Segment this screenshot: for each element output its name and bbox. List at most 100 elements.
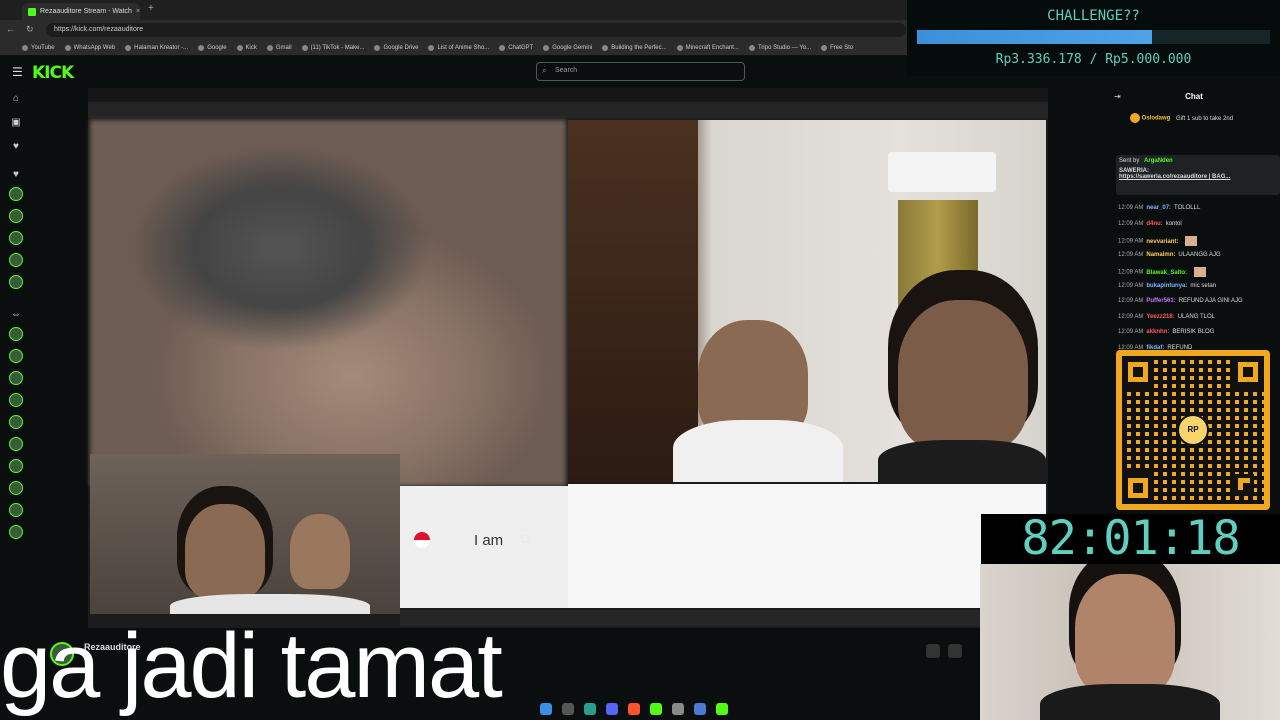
bookmark-item[interactable]: Kick bbox=[236, 44, 257, 51]
person-head bbox=[185, 504, 265, 599]
bookmark-item[interactable]: YouTube bbox=[22, 44, 55, 51]
discord-icon[interactable] bbox=[606, 703, 618, 715]
avatar[interactable] bbox=[9, 187, 23, 201]
qr-finder bbox=[1232, 356, 1264, 388]
following-icon[interactable]: ♥ bbox=[10, 141, 22, 153]
search-icon: ⌕ bbox=[542, 66, 547, 75]
app-icon[interactable] bbox=[694, 703, 706, 715]
brave-icon[interactable] bbox=[628, 703, 640, 715]
avatar[interactable] bbox=[9, 253, 23, 267]
message-time: 12:09 AM bbox=[1118, 282, 1144, 289]
qr-finder bbox=[1122, 472, 1154, 504]
address-bar[interactable]: https://kick.com/rezaauditore bbox=[46, 23, 906, 37]
notification-bell-icon[interactable] bbox=[926, 644, 940, 658]
kick-logo[interactable]: KICK bbox=[32, 63, 74, 83]
bookmark-item[interactable]: Google Gemini bbox=[543, 44, 593, 51]
qr-pattern: RP bbox=[1122, 356, 1264, 504]
new-tab-icon[interactable]: + bbox=[148, 3, 154, 14]
avatar[interactable] bbox=[9, 481, 23, 495]
back-icon[interactable]: ← bbox=[6, 24, 15, 34]
play-icon[interactable] bbox=[650, 703, 662, 715]
bookmark-item[interactable]: Halaman Kreator -... bbox=[125, 44, 188, 51]
bookmark-item[interactable]: Tripo Studio — Yo... bbox=[748, 44, 811, 51]
bookmark-item[interactable]: ChatGPT bbox=[499, 44, 534, 51]
bookmark-label: Google Gemini bbox=[552, 44, 593, 51]
avatar[interactable] bbox=[9, 437, 23, 451]
message-username[interactable]: d4nu: bbox=[1146, 221, 1162, 227]
message-username[interactable]: nevvariant: bbox=[1146, 239, 1178, 245]
sender-name: ArgaNden bbox=[1144, 158, 1173, 164]
search-icon[interactable] bbox=[562, 703, 574, 715]
pinned-message[interactable]: Sent by ArgaNden SAWERIA: https://saweri… bbox=[1116, 155, 1280, 195]
bookmark-item[interactable]: Free Sto bbox=[821, 44, 854, 51]
message-text: ULANG TLOL bbox=[1177, 313, 1215, 320]
browse-icon[interactable]: ▣ bbox=[10, 117, 22, 129]
avatar[interactable] bbox=[9, 209, 23, 223]
bookmark-item[interactable]: WhatsApp Web bbox=[64, 44, 116, 51]
bookmark-label: Free Sto bbox=[830, 44, 854, 51]
bookmark-item[interactable]: List of Anime Sho... bbox=[428, 44, 489, 51]
chat-message: 12:09 AM nevvariant: bbox=[1118, 236, 1198, 246]
message-username[interactable]: Blawak_Salto: bbox=[1146, 270, 1187, 276]
bookmark-item[interactable]: Building the Perfec... bbox=[602, 44, 667, 51]
bookmark-label: ChatGPT bbox=[508, 44, 534, 51]
saweria-link[interactable]: https://saweria.co/rezaauditore | BAG... bbox=[1119, 174, 1277, 180]
person-head bbox=[290, 514, 350, 589]
avatar[interactable] bbox=[9, 371, 23, 385]
edge-icon[interactable] bbox=[584, 703, 596, 715]
challenge-progress-fill bbox=[917, 30, 1153, 44]
browser-tab[interactable]: Rezaauditore Stream - Watch × bbox=[22, 3, 140, 20]
avatar[interactable] bbox=[9, 231, 23, 245]
avatar[interactable] bbox=[9, 415, 23, 429]
kick-app-icon[interactable] bbox=[716, 703, 728, 715]
stream-video[interactable]: I am ☺ bbox=[88, 88, 1048, 628]
bookmark-favicon-icon bbox=[64, 44, 71, 51]
chat-panel: ⇥ Chat Oslodawg Gift 1 sub to take 2nd S… bbox=[1108, 87, 1280, 387]
menu-icon[interactable]: ☰ bbox=[12, 65, 23, 79]
bookmark-favicon-icon bbox=[266, 44, 273, 51]
message-time: 12:09 AM bbox=[1118, 205, 1144, 211]
bookmark-favicon-icon bbox=[821, 44, 828, 51]
message-username[interactable]: Namaimn: bbox=[1146, 252, 1175, 258]
chat-message: 12:09 AM Yeezz218: ULANG TLOL bbox=[1118, 314, 1215, 320]
bookmark-favicon-icon bbox=[374, 44, 381, 51]
avatar[interactable] bbox=[9, 525, 23, 539]
close-tab-icon[interactable]: × bbox=[136, 8, 140, 15]
avatar[interactable] bbox=[9, 327, 23, 341]
message-time: 12:09 AM bbox=[1118, 251, 1144, 258]
bookmark-item[interactable]: Google Drive bbox=[374, 44, 418, 51]
bookmark-item[interactable]: Google bbox=[198, 44, 227, 51]
message-username[interactable]: near_07: bbox=[1146, 205, 1171, 211]
pinned-gift-banner[interactable]: Oslodawg Gift 1 sub to take 2nd bbox=[1130, 113, 1280, 135]
bookmark-item[interactable]: Gmail bbox=[266, 44, 292, 51]
avatar[interactable] bbox=[9, 275, 23, 289]
message-time: 12:09 AM bbox=[1118, 313, 1144, 320]
settings-icon[interactable] bbox=[672, 703, 684, 715]
bookmark-favicon-icon bbox=[198, 44, 205, 51]
tab-title: Rezaauditore Stream - Watch bbox=[40, 8, 132, 15]
home-icon[interactable]: ⌂ bbox=[10, 93, 22, 105]
message-username[interactable]: bukapintunya: bbox=[1146, 283, 1187, 289]
bookmark-item[interactable]: Minecraft Enchant... bbox=[676, 44, 739, 51]
person-head bbox=[898, 300, 1028, 450]
person-shirt bbox=[673, 420, 843, 482]
bookmark-label: Building the Perfec... bbox=[611, 44, 667, 51]
avatar[interactable] bbox=[9, 349, 23, 363]
favorites-icon[interactable]: ♥ bbox=[10, 169, 22, 181]
avatar[interactable] bbox=[9, 393, 23, 407]
reload-icon[interactable]: ↻ bbox=[26, 24, 34, 35]
card-text: I am bbox=[474, 532, 504, 549]
windows-start-icon[interactable] bbox=[540, 703, 552, 715]
indonesia-flag-icon bbox=[414, 532, 430, 548]
heart-icon[interactable] bbox=[948, 644, 962, 658]
search-input[interactable]: Search bbox=[536, 62, 745, 81]
person-shirt bbox=[878, 440, 1046, 482]
message-username[interactable]: Puffer561: bbox=[1146, 298, 1175, 304]
bookmark-item[interactable]: (11) TikTok - Make... bbox=[301, 44, 364, 51]
message-username[interactable]: Yeezz218: bbox=[1146, 314, 1174, 320]
streamer-webcam bbox=[980, 564, 1280, 720]
avatar[interactable] bbox=[9, 503, 23, 517]
bookmark-label: WhatsApp Web bbox=[73, 44, 116, 51]
message-username[interactable]: akknhn: bbox=[1146, 329, 1169, 335]
avatar[interactable] bbox=[9, 459, 23, 473]
